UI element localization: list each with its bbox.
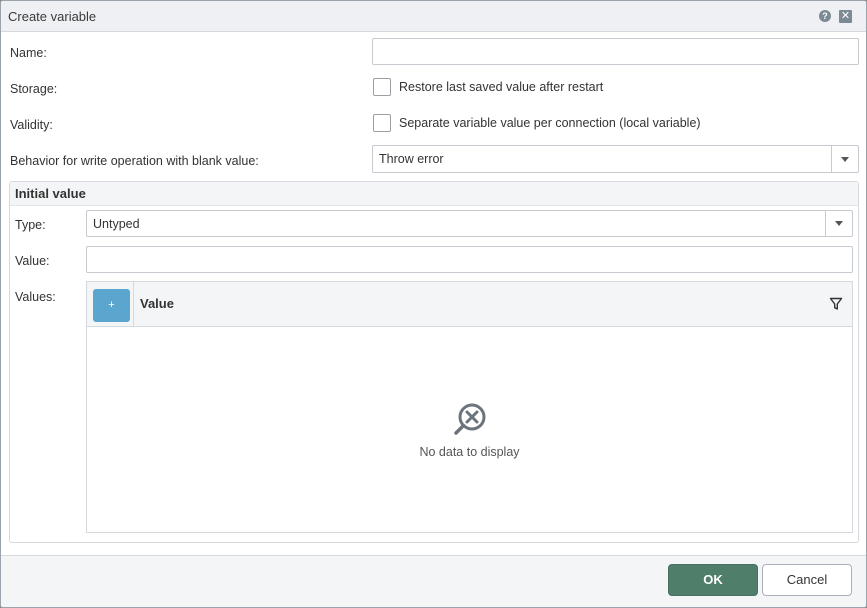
help-icon[interactable]: ? <box>819 10 831 22</box>
behavior-dropdown-button[interactable] <box>831 146 858 172</box>
type-label: Type: <box>15 218 46 232</box>
create-variable-dialog: Create variable ? ✕ Name: Storage: Resto… <box>0 0 867 608</box>
dialog-title: Create variable <box>8 9 97 24</box>
dialog-titlebar[interactable]: Create variable ? ✕ <box>1 1 866 32</box>
no-data-icon <box>454 403 486 435</box>
value-label: Value: <box>15 254 50 268</box>
type-dropdown-button[interactable] <box>825 211 852 236</box>
local-variable-checkbox-label[interactable]: Separate variable value per connection (… <box>399 116 701 130</box>
restore-value-checkbox[interactable] <box>373 78 391 96</box>
no-data-text: No data to display <box>419 445 520 459</box>
initial-value-title: Initial value <box>15 186 86 201</box>
local-variable-checkbox[interactable] <box>373 114 391 132</box>
behavior-label: Behavior for write operation with blank … <box>10 154 259 168</box>
values-grid: + Value No data to display <box>86 281 853 533</box>
type-select-value: Untyped <box>93 217 140 231</box>
restore-value-checkbox-label[interactable]: Restore last saved value after restart <box>399 80 603 94</box>
value-column-header[interactable]: Value <box>140 296 174 311</box>
validity-label: Validity: <box>10 118 53 132</box>
filter-icon[interactable] <box>829 297 843 311</box>
chevron-down-icon <box>841 156 849 162</box>
behavior-select-value: Throw error <box>379 152 444 166</box>
value-input[interactable] <box>86 246 853 273</box>
chevron-down-icon <box>835 221 843 226</box>
close-icon[interactable]: ✕ <box>839 10 852 23</box>
storage-label: Storage: <box>10 82 58 96</box>
name-input[interactable] <box>372 38 859 65</box>
dialog-footer: OK Cancel <box>1 555 866 607</box>
type-select[interactable]: Untyped <box>86 210 853 237</box>
grid-header: + Value <box>87 282 852 327</box>
behavior-select[interactable]: Throw error <box>372 145 859 173</box>
name-label: Name: <box>10 46 47 60</box>
column-separator <box>133 282 134 327</box>
add-row-button[interactable]: + <box>93 289 130 322</box>
ok-button[interactable]: OK <box>668 564 758 596</box>
initial-value-header: Initial value <box>10 182 858 206</box>
values-label: Values: <box>15 290 56 304</box>
cancel-button[interactable]: Cancel <box>762 564 852 596</box>
